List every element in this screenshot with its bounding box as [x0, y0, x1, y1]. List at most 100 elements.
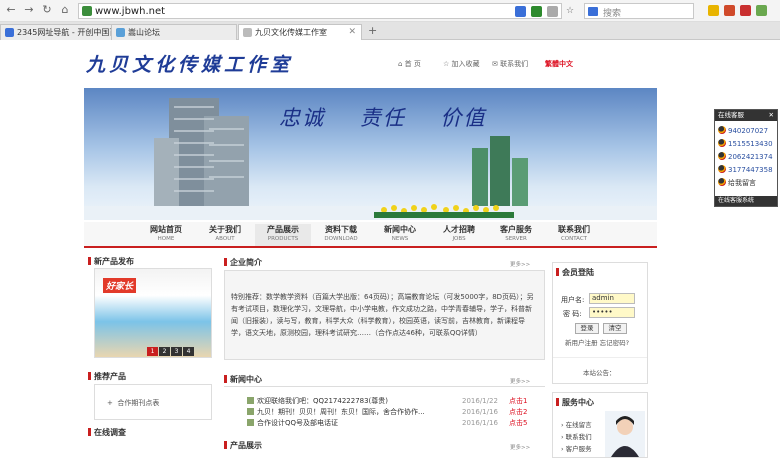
news-doc-icon — [247, 397, 254, 404]
home-link-label: 首 页 — [404, 60, 421, 68]
address-bar[interactable]: www.jbwh.net — [78, 3, 562, 19]
username-field[interactable]: admin — [589, 293, 635, 304]
news-list: 欢迎联络我们吧：QQ2174222783(尊贵) 2016/1/22 点击1 九… — [247, 396, 547, 432]
nav-about[interactable]: 关于我们 ABOUT — [197, 224, 253, 242]
contact-link-label: 联系我们 — [500, 60, 529, 68]
notice-label: 本站公告： — [583, 369, 616, 377]
news-item[interactable]: 九贝！期刊！贝贝！周刊！东贝！国际，舍合作协作... 2016/1/16 点击2 — [247, 407, 547, 417]
tab-label: 嵩山论坛 — [128, 28, 160, 37]
home-icon[interactable]: ⌂ — [58, 3, 72, 17]
traditional-chinese-link[interactable]: 繁體中文 — [545, 59, 573, 69]
download-icon[interactable] — [756, 5, 767, 16]
weibo-icon[interactable] — [724, 5, 735, 16]
qq-contact[interactable]: 3177447358 — [718, 165, 773, 174]
nav-news[interactable]: 新闻中心 NEWS — [372, 224, 428, 242]
news-title[interactable]: 合作设计QQ号及部电话证 — [257, 419, 338, 427]
close-tab-icon[interactable]: ✕ — [348, 25, 356, 40]
recommended-item[interactable]: + 合作期刊点表 — [107, 398, 159, 408]
nav-contact[interactable]: 联系我们 CONTACT — [546, 224, 602, 242]
product-slider[interactable]: 好家长 1 2 3 4 — [94, 268, 212, 358]
slider-page[interactable]: 1 — [147, 347, 158, 356]
tab-forum[interactable]: 嵩山论坛 — [111, 24, 237, 40]
qq-contact[interactable]: 2062421374 — [718, 152, 773, 161]
nav-label: 客户服务 — [500, 225, 532, 234]
back-icon[interactable]: ← — [4, 3, 18, 17]
news-more-link[interactable]: 更多>> — [510, 377, 530, 385]
home-link[interactable]: ⌂ 首 页 — [398, 59, 421, 69]
favorite-star-icon[interactable]: ☆ — [566, 6, 578, 16]
news-doc-icon — [247, 419, 254, 426]
qq-leave-message[interactable]: 给我留言 — [718, 178, 756, 188]
shield-icon — [82, 6, 92, 16]
speed-icon[interactable] — [531, 6, 542, 17]
service-link-label: 客户服务 — [565, 445, 592, 453]
contact-link[interactable]: ✉ 联系我们 — [492, 59, 528, 69]
add-favorite-link[interactable]: ☆ 加入收藏 — [443, 59, 480, 69]
compat-mode-icon[interactable] — [515, 6, 526, 17]
search-box[interactable]: 搜索 — [584, 3, 694, 19]
tab-2345[interactable]: 2345网址导航 - 开创中国百年品牌 — [0, 24, 128, 40]
site-logo[interactable]: 九贝文化传媒工作室 — [86, 50, 293, 77]
news-title[interactable]: 九贝！期刊！贝贝！周刊！东贝！国际，舍合作协作... — [257, 408, 425, 416]
tab-bar: 2345网址导航 - 开创中国百年品牌 嵩山论坛 九贝文化传媒工作室 ✕ + — [0, 22, 780, 40]
login-button[interactable]: 登录 — [575, 323, 599, 334]
nav-label: 联系我们 — [558, 225, 590, 234]
nav-products[interactable]: 产品展示 PRODUCTS — [255, 224, 311, 246]
menu-icon[interactable] — [740, 5, 751, 16]
slider-page[interactable]: 2 — [159, 347, 170, 356]
nav-service[interactable]: 客户服务 SERVER — [488, 224, 544, 242]
slider-page[interactable]: 3 — [171, 347, 182, 356]
message-icon — [718, 178, 726, 186]
nav-download[interactable]: 资料下载 DOWNLOAD — [313, 224, 369, 242]
service-agent-avatar — [605, 411, 645, 457]
service-link[interactable]: › 在线留言 — [561, 419, 592, 429]
qq-penguin-icon — [718, 126, 726, 134]
qq-widget-footer: 在线客服系统 — [715, 196, 777, 206]
dropdown-icon[interactable] — [547, 6, 558, 17]
nav-sublabel: NEWS — [391, 236, 409, 242]
qq-widget-header: 在线客服 ✕ — [715, 110, 777, 121]
news-hits-label: 点击 — [509, 397, 523, 405]
service-link[interactable]: › 客户服务 — [561, 443, 592, 453]
forgot-password-link[interactable]: 忘记密码? — [600, 339, 629, 347]
qq-service-widget: 在线客服 ✕ 940207027 1515513430 2062421374 3… — [714, 109, 778, 207]
news-hits-label: 点击 — [509, 419, 523, 427]
nav-label: 资料下载 — [325, 225, 357, 234]
refresh-icon[interactable]: ↻ — [40, 3, 54, 17]
qq-contact[interactable]: 1515513430 — [718, 139, 773, 148]
news-title[interactable]: 欢迎联络我们吧：QQ2174222783(尊贵) — [257, 397, 388, 405]
reset-button[interactable]: 清空 — [603, 323, 627, 334]
forward-icon[interactable]: → — [22, 3, 36, 17]
news-date: 2016/1/22 — [462, 397, 498, 405]
nav-label: 关于我们 — [209, 225, 241, 234]
news-date: 2016/1/16 — [462, 419, 498, 427]
slider-page[interactable]: 4 — [183, 347, 194, 356]
register-link[interactable]: 新用户注册 — [565, 339, 598, 347]
extension-icon[interactable] — [708, 5, 719, 16]
service-title: 服务中心 — [556, 397, 594, 408]
close-icon[interactable]: ✕ — [769, 110, 774, 121]
qq-contact[interactable]: 940207027 — [718, 126, 768, 135]
nav-sublabel: PRODUCTS — [267, 236, 299, 242]
login-panel: 会员登陆 用户名: admin 密 码: ••••• 登录 清空 新用户注册 忘… — [552, 262, 648, 384]
browser-toolbar: ← → ↻ ⌂ www.jbwh.net ☆ 搜索 — [0, 0, 780, 22]
tab-current[interactable]: 九贝文化传媒工作室 ✕ — [238, 24, 362, 40]
nav-sublabel: ABOUT — [215, 236, 235, 242]
nav-jobs[interactable]: 人才招聘 JOBS — [431, 224, 487, 242]
products-more-link[interactable]: 更多>> — [510, 443, 530, 451]
tab-label: 九贝文化传媒工作室 — [255, 28, 327, 37]
nav-sublabel: DOWNLOAD — [324, 236, 358, 242]
nav-home[interactable]: 网站首页 HOME — [138, 224, 194, 242]
new-tab-button[interactable]: + — [368, 24, 377, 37]
company-more-link[interactable]: 更多>> — [510, 260, 530, 268]
service-link-label: 联系我们 — [565, 433, 592, 441]
qq-leave-message-label: 给我留言 — [728, 179, 756, 187]
password-field[interactable]: ••••• — [589, 307, 635, 318]
search-engine-icon[interactable] — [588, 7, 598, 16]
service-link[interactable]: › 联系我们 — [561, 431, 592, 441]
qq-number: 3177447358 — [728, 166, 773, 174]
news-center-title: 新闻中心 — [224, 374, 262, 385]
news-item[interactable]: 欢迎联络我们吧：QQ2174222783(尊贵) 2016/1/22 点击1 — [247, 396, 547, 406]
news-item[interactable]: 合作设计QQ号及部电话证 2016/1/16 点击5 — [247, 418, 547, 428]
password-label: 密 码: — [563, 310, 582, 318]
